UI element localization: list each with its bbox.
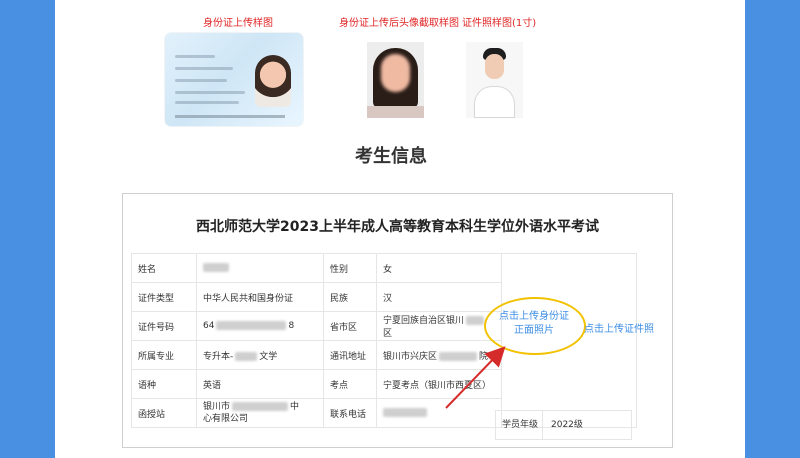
- section-title: 考生信息: [355, 146, 427, 167]
- ethnicity-label: 民族: [323, 282, 377, 312]
- province-value: 宁夏回族自治区银川区: [376, 311, 502, 341]
- station-value: 银川市 中心有限公司: [196, 398, 324, 428]
- site-value: 宁夏考点（银川市西夏区）: [376, 369, 502, 399]
- major-suffix: 文学: [259, 351, 278, 362]
- grade-label: 学员年级: [495, 410, 549, 440]
- exam-title: 西北师范大学2023上半年成人高等教育本科生学位外语水平考试: [196, 219, 599, 235]
- id-number-prefix: 64: [203, 321, 215, 331]
- id-photo-sample-image: [466, 42, 523, 118]
- site-label: 考点: [323, 369, 377, 399]
- name-value: [196, 253, 324, 283]
- province-suffix: 区: [383, 329, 393, 339]
- id-type-value: 中华人民共和国身份证: [196, 282, 324, 312]
- photo-sample-label: 证件照样图(1寸): [462, 18, 537, 29]
- station-mid: 中: [290, 402, 300, 412]
- gender-value: 女: [376, 253, 502, 283]
- phone-value: [376, 398, 502, 428]
- table-row: 姓名 性别 女: [131, 253, 637, 428]
- station-label: 函授站: [131, 398, 197, 428]
- province-prefix: 宁夏回族自治区银川: [383, 316, 465, 326]
- major-value: 专升本- 文学: [196, 340, 324, 370]
- major-label: 所属专业: [131, 340, 197, 370]
- upload-id-line2: 正面照片: [514, 325, 554, 336]
- province-label: 省市区: [323, 311, 377, 341]
- address-value: 银川市兴庆区 院: [376, 340, 502, 370]
- address-label: 通讯地址: [323, 340, 377, 370]
- station-prefix: 银川市: [203, 402, 231, 412]
- id-type-label: 证件类型: [131, 282, 197, 312]
- name-label: 姓名: [131, 253, 197, 283]
- phone-label: 联系电话: [323, 398, 377, 428]
- upload-cert-photo-link[interactable]: 点击上传证件照: [584, 320, 654, 335]
- grade-value: 2022级: [542, 410, 632, 440]
- gender-label: 性别: [323, 253, 377, 283]
- crop-sample-label: 身份证上传后头像截取样图: [339, 18, 459, 29]
- address-prefix: 银川市兴庆区: [383, 351, 438, 362]
- id-number-value: 64 8: [196, 311, 324, 341]
- id-card-sample-image: [165, 33, 303, 126]
- upload-id-photo-link[interactable]: 点击上传身份证 正面照片: [486, 310, 582, 338]
- station-line2: 心有限公司: [203, 414, 249, 424]
- id-number-label: 证件号码: [131, 311, 197, 341]
- upload-id-line1: 点击上传身份证: [499, 311, 569, 322]
- ethnicity-value: 汉: [376, 282, 502, 312]
- id-sample-label: 身份证上传样图: [203, 18, 273, 29]
- address-suffix: 院: [479, 351, 489, 362]
- language-value: 英语: [196, 369, 324, 399]
- language-label: 语种: [131, 369, 197, 399]
- major-prefix: 专升本-: [203, 351, 234, 362]
- cropped-portrait-sample-image: [367, 42, 424, 118]
- id-number-suffix: 8: [288, 321, 295, 331]
